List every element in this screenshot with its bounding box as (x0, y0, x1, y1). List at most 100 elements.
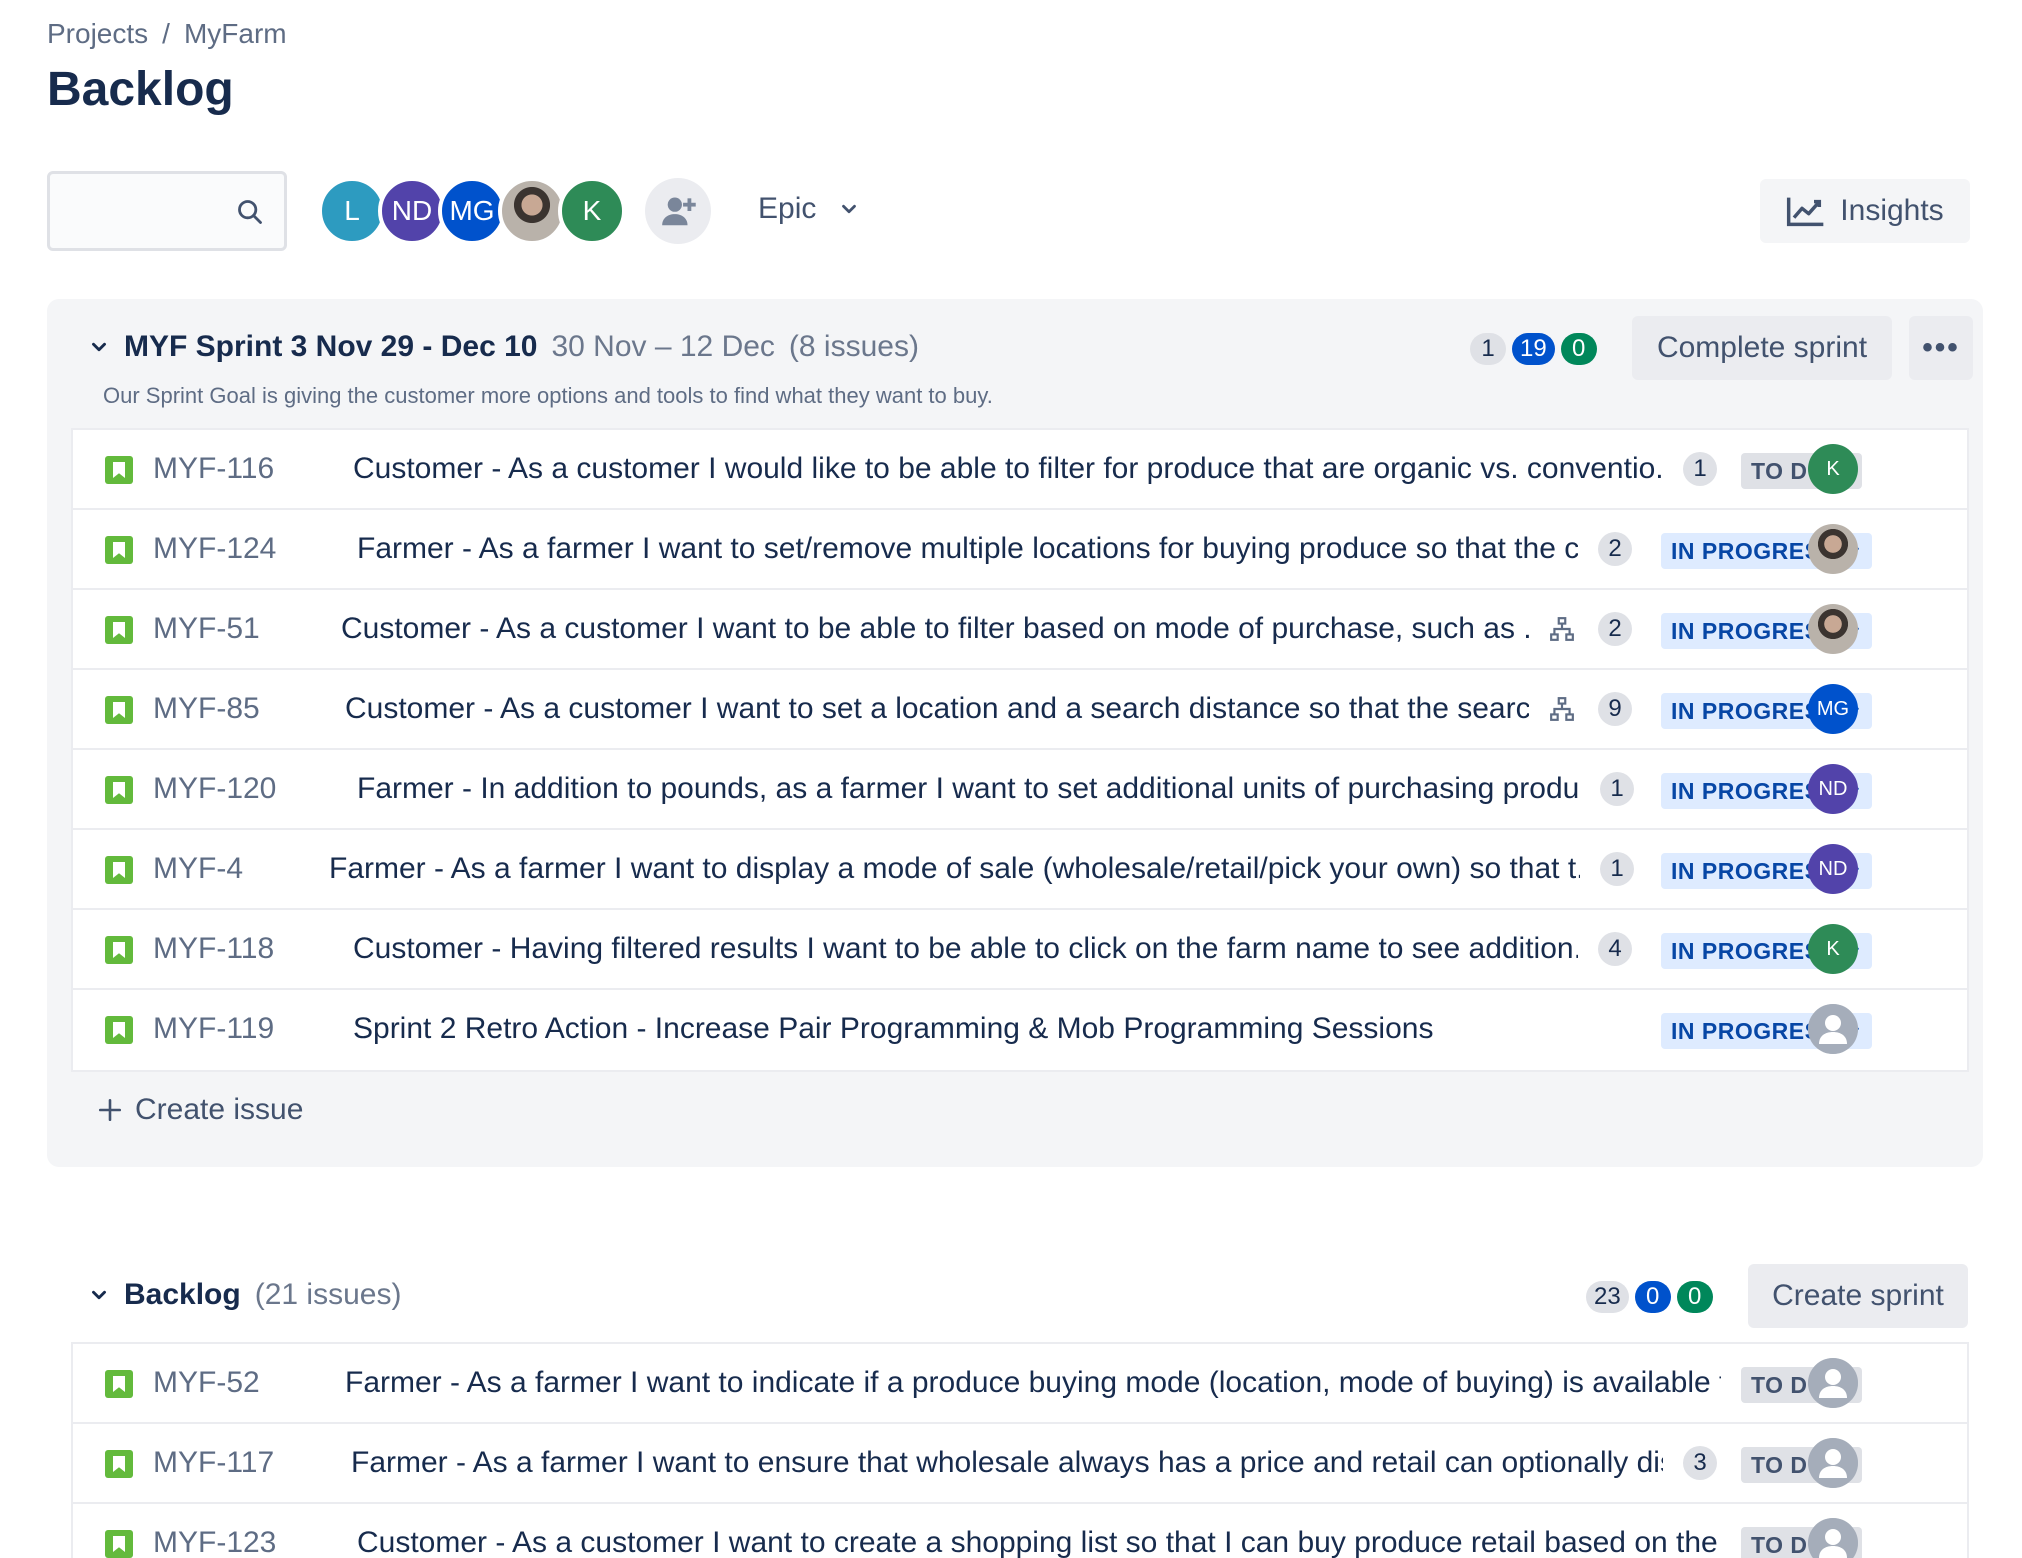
issue-row[interactable]: MYF-118 Customer - Having filtered result… (73, 910, 1967, 990)
sprint-header[interactable]: MYF Sprint 3 Nov 29 - Dec 10 30 Nov – 12… (88, 330, 919, 364)
todo-count-badge: 1 (1470, 333, 1506, 365)
backlog-header[interactable]: Backlog (21 issues) (88, 1278, 401, 1312)
create-sprint-button[interactable]: Create sprint (1748, 1264, 1968, 1328)
sprint-status-counts: 1 19 0 (1470, 333, 1597, 365)
story-icon (105, 776, 133, 804)
story-points-badge: 3 (1683, 1446, 1717, 1480)
issue-summary[interactable]: Sprint 2 Retro Action - Increase Pair Pr… (353, 1012, 1433, 1046)
issue-summary[interactable]: Farmer - As a farmer I want to set/remov… (357, 532, 1578, 566)
assignee-avatar[interactable] (1808, 524, 1858, 574)
issue-row[interactable]: MYF-4 Farmer - As a farmer I want to disp… (73, 830, 1967, 910)
create-issue-label: Create issue (135, 1093, 304, 1126)
issue-key[interactable]: MYF-118 (153, 932, 274, 966)
issue-row[interactable]: MYF-123 Customer - As a customer I want t… (73, 1504, 1967, 1558)
backlog-issue-count: (21 issues) (254, 1278, 402, 1311)
assignee-avatar[interactable] (1808, 604, 1858, 654)
child-issues-icon[interactable] (1549, 696, 1575, 722)
issue-key[interactable]: MYF-85 (153, 692, 260, 726)
issue-key[interactable]: MYF-124 (153, 532, 276, 566)
issue-key[interactable]: MYF-116 (153, 452, 274, 486)
issue-row[interactable]: MYF-116 Customer - As a customer I would … (73, 430, 1967, 510)
issue-summary[interactable]: Customer - As a customer I want to set a… (345, 692, 1529, 726)
avatar-filter-k[interactable]: K (558, 177, 626, 245)
breadcrumb-projects-link[interactable]: Projects (47, 18, 148, 50)
issue-row[interactable]: MYF-124 Farmer - As a farmer I want to se… (73, 510, 1967, 590)
more-actions-button[interactable]: ••• (1909, 316, 1973, 380)
story-points-badge: 9 (1598, 692, 1632, 726)
epic-filter-dropdown[interactable]: Epic (758, 192, 860, 226)
in-progress-count-badge: 0 (1634, 1281, 1671, 1313)
issue-key[interactable]: MYF-123 (153, 1526, 276, 1558)
issue-key[interactable]: MYF-120 (153, 772, 276, 806)
chevron-down-icon[interactable] (88, 1284, 110, 1306)
avatar-filter-l[interactable]: L (318, 177, 386, 245)
search-input[interactable] (50, 174, 230, 248)
story-icon (105, 616, 133, 644)
story-icon (105, 536, 133, 564)
story-icon (105, 696, 133, 724)
story-points-badge: 2 (1598, 532, 1632, 566)
backlog-issue-list: MYF-52 Farmer - As a farmer I want to ind… (71, 1342, 1969, 1558)
search-icon[interactable] (236, 198, 264, 226)
issue-row[interactable]: MYF-85 Customer - As a customer I want to… (73, 670, 1967, 750)
issue-key[interactable]: MYF-4 (153, 852, 243, 886)
issue-key[interactable]: MYF-117 (153, 1446, 274, 1480)
create-issue-button[interactable]: Create issue (97, 1093, 303, 1127)
issue-key[interactable]: MYF-52 (153, 1366, 260, 1400)
story-icon (105, 936, 133, 964)
assignee-avatar[interactable]: MG (1808, 684, 1858, 734)
insights-button[interactable]: Insights (1760, 179, 1970, 243)
people-filter: L ND MG K (318, 177, 626, 245)
issue-row[interactable]: MYF-51 Customer - As a customer I want to… (73, 590, 1967, 670)
assignee-avatar[interactable]: K (1808, 924, 1858, 974)
issue-row[interactable]: MYF-52 Farmer - As a farmer I want to ind… (73, 1344, 1967, 1424)
issue-summary[interactable]: Customer - As a customer I want to be ab… (341, 612, 1529, 646)
story-icon (105, 856, 133, 884)
issue-summary[interactable]: Farmer - As a farmer I want to display a… (329, 852, 1580, 886)
chevron-down-icon (842, 204, 857, 214)
complete-sprint-button[interactable]: Complete sprint (1632, 316, 1892, 380)
todo-count-badge: 23 (1586, 1281, 1629, 1313)
assignee-avatar[interactable]: ND (1808, 844, 1858, 894)
story-icon (105, 456, 133, 484)
sprint-goal: Our Sprint Goal is giving the customer m… (103, 383, 993, 408)
story-icon (105, 1530, 133, 1558)
backlog-name: Backlog (124, 1278, 241, 1311)
breadcrumb: Projects / MyFarm (47, 18, 287, 50)
assignee-initials: K (1826, 457, 1840, 480)
issue-key[interactable]: MYF-51 (153, 612, 260, 646)
insights-label: Insights (1840, 194, 1944, 227)
issue-summary[interactable]: Farmer - As a farmer I want to ensure th… (351, 1446, 1663, 1480)
issue-summary[interactable]: Customer - Having filtered results I wan… (353, 932, 1578, 966)
story-icon (105, 1370, 133, 1398)
issue-row[interactable]: MYF-120 Farmer - In addition to pounds, a… (73, 750, 1967, 830)
issue-summary[interactable]: Customer - As a customer I would like to… (353, 452, 1663, 486)
avatar-filter-photo[interactable] (498, 177, 566, 245)
plus-icon (98, 1098, 122, 1122)
story-icon (105, 1450, 133, 1478)
unassigned-avatar-icon[interactable] (1808, 1358, 1858, 1408)
add-people-button[interactable] (645, 178, 711, 244)
issue-summary[interactable]: Customer - As a customer I want to creat… (357, 1526, 1721, 1558)
assignee-avatar[interactable]: K (1808, 444, 1858, 494)
story-icon (105, 1016, 133, 1044)
issue-summary[interactable]: Farmer - In addition to pounds, as a far… (357, 772, 1580, 806)
story-points-badge: 1 (1600, 772, 1634, 806)
assignee-avatar[interactable]: ND (1808, 764, 1858, 814)
issue-row[interactable]: MYF-119 Sprint 2 Retro Action - Increase … (73, 990, 1967, 1070)
assignee-initials: K (1826, 937, 1840, 960)
issue-key[interactable]: MYF-119 (153, 1012, 274, 1046)
breadcrumb-separator: / (162, 18, 170, 49)
unassigned-avatar-icon[interactable] (1808, 1438, 1858, 1488)
breadcrumb-project-link[interactable]: MyFarm (184, 18, 287, 50)
avatar-filter-mg[interactable]: MG (438, 177, 506, 245)
avatar-filter-nd[interactable]: ND (378, 177, 446, 245)
unassigned-avatar-icon[interactable] (1808, 1004, 1858, 1054)
chevron-down-icon[interactable] (88, 336, 110, 358)
child-issues-icon[interactable] (1549, 616, 1575, 642)
issue-summary[interactable]: Farmer - As a farmer I want to indicate … (345, 1366, 1721, 1400)
sprint-name: MYF Sprint 3 Nov 29 - Dec 10 (124, 330, 538, 363)
issue-row[interactable]: MYF-117 Farmer - As a farmer I want to en… (73, 1424, 1967, 1504)
sprint-dates: 30 Nov – 12 Dec (551, 330, 775, 363)
unassigned-avatar-icon[interactable] (1808, 1518, 1858, 1558)
